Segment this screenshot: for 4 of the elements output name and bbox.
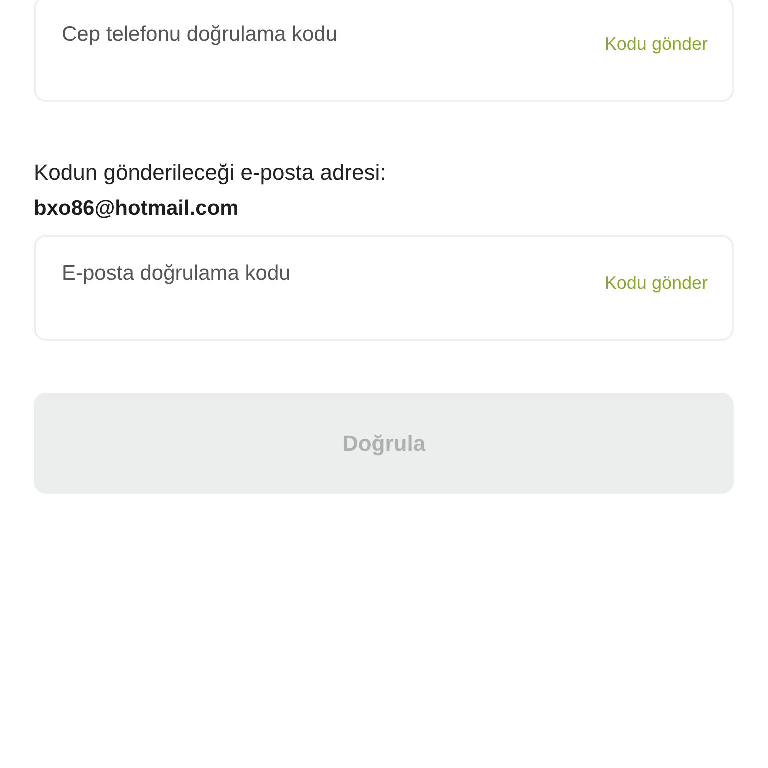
- send-code-link[interactable]: Kodu gönder: [604, 273, 708, 294]
- email-notice-label: Kodun gönderileceği e-posta adresi:: [34, 160, 388, 186]
- email-address: bxo86@hotmail.com: [34, 197, 240, 221]
- send-code-link[interactable]: Kodu gönder: [604, 34, 708, 55]
